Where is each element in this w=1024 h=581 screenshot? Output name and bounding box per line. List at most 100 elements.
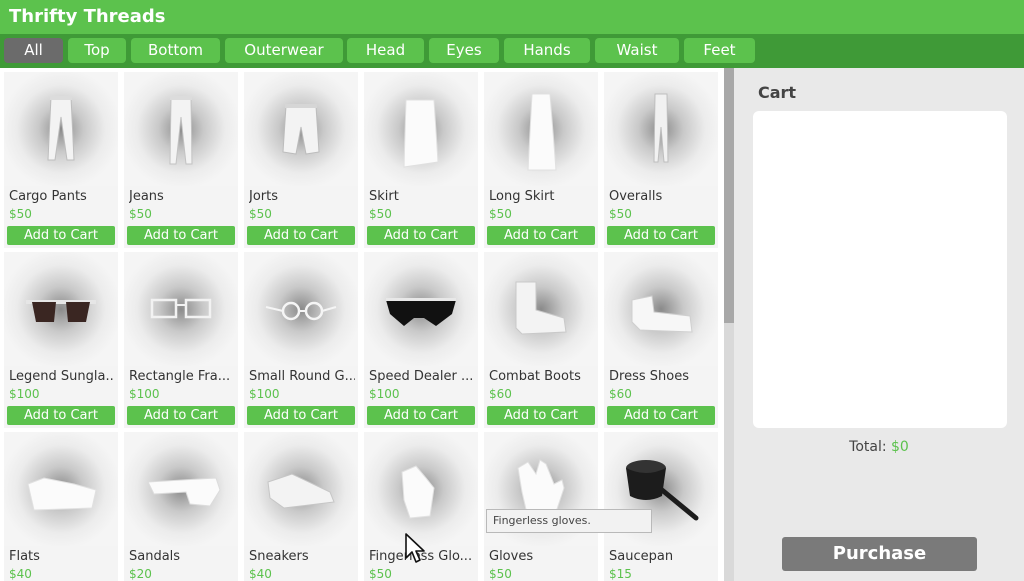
add-to-cart-button[interactable]: Add to Cart <box>127 406 235 425</box>
item-name: Flats <box>9 549 40 564</box>
item-card-saucepan[interactable]: Saucepan$15Add to Cart <box>604 432 718 581</box>
item-name: Jeans <box>129 189 164 204</box>
add-to-cart-button[interactable]: Add to Cart <box>367 406 475 425</box>
item-image <box>604 72 718 186</box>
item-price: $60 <box>609 387 632 401</box>
cart-heading: Cart <box>758 83 797 102</box>
overalls-icon <box>653 93 669 163</box>
item-name: Small Round G... <box>249 369 355 384</box>
item-card-speed-dealer[interactable]: Speed Dealer ... $100 Add to Cart <box>364 252 478 428</box>
tab-head[interactable]: Head <box>347 38 424 63</box>
item-name: Overalls <box>609 189 663 204</box>
item-price: $60 <box>489 387 512 401</box>
mouse-cursor-icon <box>405 533 425 563</box>
item-card-gloves[interactable]: Gloves$50Add to Cart <box>484 432 598 581</box>
item-image <box>4 432 118 546</box>
item-card-sneakers[interactable]: Sneakers$40Add to Cart <box>244 432 358 581</box>
item-name: Dress Shoes <box>609 369 689 384</box>
shop-window: Thrifty Threads All Top Bottom Outerwear… <box>0 0 1024 581</box>
item-name: Gloves <box>489 549 534 564</box>
tab-top[interactable]: Top <box>68 38 126 63</box>
add-to-cart-button[interactable]: Add to Cart <box>367 226 475 245</box>
add-to-cart-button[interactable]: Add to Cart <box>7 226 115 245</box>
add-to-cart-button[interactable]: Add to Cart <box>487 406 595 425</box>
item-name: Skirt <box>369 189 399 204</box>
item-tooltip: Fingerless gloves. <box>486 509 652 533</box>
item-card-overalls[interactable]: Overalls $50 Add to Cart <box>604 72 718 248</box>
item-image <box>4 252 118 366</box>
add-to-cart-button[interactable]: Add to Cart <box>247 226 355 245</box>
tab-all[interactable]: All <box>4 38 63 63</box>
item-image <box>364 72 478 186</box>
skirt-icon <box>403 99 439 168</box>
add-to-cart-button[interactable]: Add to Cart <box>247 406 355 425</box>
item-price: $50 <box>489 207 512 221</box>
item-image <box>484 252 598 366</box>
cart-panel: Cart Total: $0 Purchase <box>734 68 1024 581</box>
round-glasses-icon <box>265 301 337 321</box>
item-price: $40 <box>249 567 272 581</box>
item-name: Rectangle Fra... <box>129 369 231 384</box>
item-card-rectangle-fra[interactable]: Rectangle Fra... $100 Add to Cart <box>124 252 238 428</box>
item-price: $50 <box>369 207 392 221</box>
item-card-jorts[interactable]: Jorts $50 Add to Cart <box>244 72 358 248</box>
scrollbar-thumb[interactable] <box>724 68 734 323</box>
tab-eyes[interactable]: Eyes <box>429 38 499 63</box>
purchase-button[interactable]: Purchase <box>782 537 977 571</box>
item-card-skirt[interactable]: Skirt $50 Add to Cart <box>364 72 478 248</box>
item-name: Cargo Pants <box>9 189 87 204</box>
item-card-combat-boots[interactable]: Combat Boots $60 Add to Cart <box>484 252 598 428</box>
item-card-dress-shoes[interactable]: Dress Shoes $60 Add to Cart <box>604 252 718 428</box>
add-to-cart-button[interactable]: Add to Cart <box>127 226 235 245</box>
add-to-cart-button[interactable]: Add to Cart <box>487 226 595 245</box>
item-price: $50 <box>369 567 392 581</box>
long-skirt-icon <box>527 93 557 171</box>
item-card-long-skirt[interactable]: Long Skirt $50 Add to Cart <box>484 72 598 248</box>
total-value: $0 <box>891 439 909 455</box>
item-name: Speed Dealer ... <box>369 369 474 384</box>
flats-icon <box>27 477 97 511</box>
add-to-cart-button[interactable]: Add to Cart <box>607 406 715 425</box>
tab-bottom[interactable]: Bottom <box>131 38 220 63</box>
total-label: Total: <box>849 439 887 455</box>
item-card-flats[interactable]: Flats$40Add to Cart <box>4 432 118 581</box>
item-image <box>4 72 118 186</box>
item-price: $100 <box>249 387 280 401</box>
item-price: $50 <box>129 207 152 221</box>
item-card-small-round-g[interactable]: Small Round G... $100 Add to Cart <box>244 252 358 428</box>
item-name: Sneakers <box>249 549 309 564</box>
item-price: $100 <box>369 387 400 401</box>
item-name: Saucepan <box>609 549 674 564</box>
item-image <box>244 72 358 186</box>
item-price: $40 <box>9 567 32 581</box>
sunglasses-icon <box>26 300 96 322</box>
item-price: $20 <box>129 567 152 581</box>
item-price: $50 <box>489 567 512 581</box>
tab-hands[interactable]: Hands <box>504 38 590 63</box>
item-price: $15 <box>609 567 632 581</box>
fingerless-gloves-icon <box>401 465 435 519</box>
item-card-cargo-pants[interactable]: Cargo Pants $50 Add to Cart <box>4 72 118 248</box>
item-card-sandals[interactable]: Sandals$20Add to Cart <box>124 432 238 581</box>
rectangle-glasses-icon <box>150 298 212 319</box>
tab-outerwear[interactable]: Outerwear <box>225 38 343 63</box>
tab-waist[interactable]: Waist <box>595 38 679 63</box>
add-to-cart-button[interactable]: Add to Cart <box>7 406 115 425</box>
add-to-cart-button[interactable]: Add to Cart <box>607 226 715 245</box>
item-card-legend-sungla[interactable]: Legend Sungla... $100 Add to Cart <box>4 252 118 428</box>
item-image <box>124 432 238 546</box>
item-price: $50 <box>249 207 272 221</box>
item-price: $50 <box>9 207 32 221</box>
cart-total: Total: $0 <box>734 439 1024 455</box>
grid-scrollbar[interactable] <box>724 68 734 581</box>
item-name: Long Skirt <box>489 189 555 204</box>
category-tab-bar: All Top Bottom Outerwear Head Eyes Hands… <box>0 34 1024 68</box>
item-image <box>244 252 358 366</box>
item-name: Combat Boots <box>489 369 581 384</box>
tab-feet[interactable]: Feet <box>684 38 755 63</box>
item-card-jeans[interactable]: Jeans $50 Add to Cart <box>124 72 238 248</box>
sneakers-icon <box>267 473 335 509</box>
cart-list <box>753 111 1007 428</box>
item-name: Legend Sungla... <box>9 369 115 384</box>
item-image <box>364 252 478 366</box>
